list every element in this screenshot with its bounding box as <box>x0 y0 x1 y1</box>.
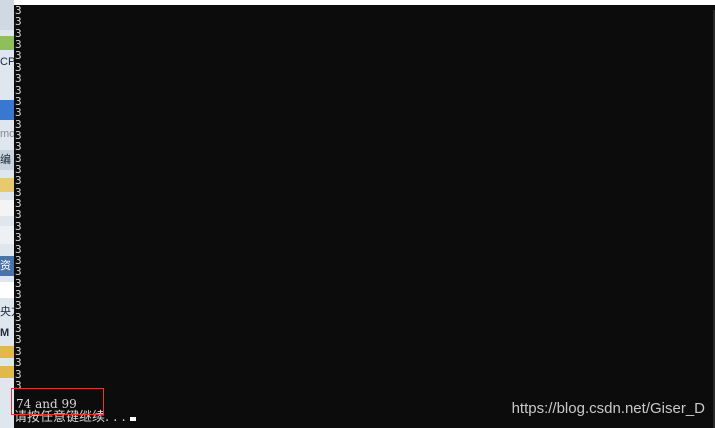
bg-titlebar <box>0 0 14 30</box>
result-highlight-box <box>11 388 104 415</box>
bg-toolbar-icon <box>0 178 14 192</box>
bg-panel <box>0 226 14 244</box>
console-output-line: 3 <box>15 265 22 279</box>
bg-folder-icon-1 <box>0 346 14 358</box>
bg-fragment-mod: mod <box>0 128 14 140</box>
bg-blue-tab <box>0 100 14 120</box>
console-output-line: 3 <box>15 106 22 120</box>
bg-folder-icon-2 <box>0 366 14 378</box>
bg-field <box>0 282 14 298</box>
console-window[interactable]: 3333333333333333333333333333333333 74 an… <box>14 5 715 428</box>
screenshot-root: CP mod 编 资 央方 M 333333333333333333333333… <box>0 0 715 428</box>
console-cursor <box>129 417 136 421</box>
console-output-line: 3 <box>15 299 22 313</box>
bg-fragment-edit: 编 <box>0 154 11 166</box>
bg-fragment-resources: 资 <box>0 260 11 272</box>
console-output-line: 3 <box>15 140 22 154</box>
bg-fragment-cp: CP <box>0 56 14 68</box>
console-output-line: 3 <box>15 15 22 29</box>
console-output-line: 3 <box>15 356 22 370</box>
bg-fragment-solution: 央方 <box>0 306 14 318</box>
bg-green-icon <box>0 36 14 50</box>
watermark-text: https://blog.csdn.net/Giser_D <box>511 400 705 417</box>
background-ide-window: CP mod 编 资 央方 M <box>0 0 14 428</box>
bg-fragment-m: M <box>0 327 10 339</box>
bg-cursor-icon <box>0 200 14 216</box>
console-output-lines: 3333333333333333333333333333333333 <box>15 5 22 392</box>
console-output-line: 3 <box>15 72 22 86</box>
console-output-line: 3 <box>15 231 22 245</box>
